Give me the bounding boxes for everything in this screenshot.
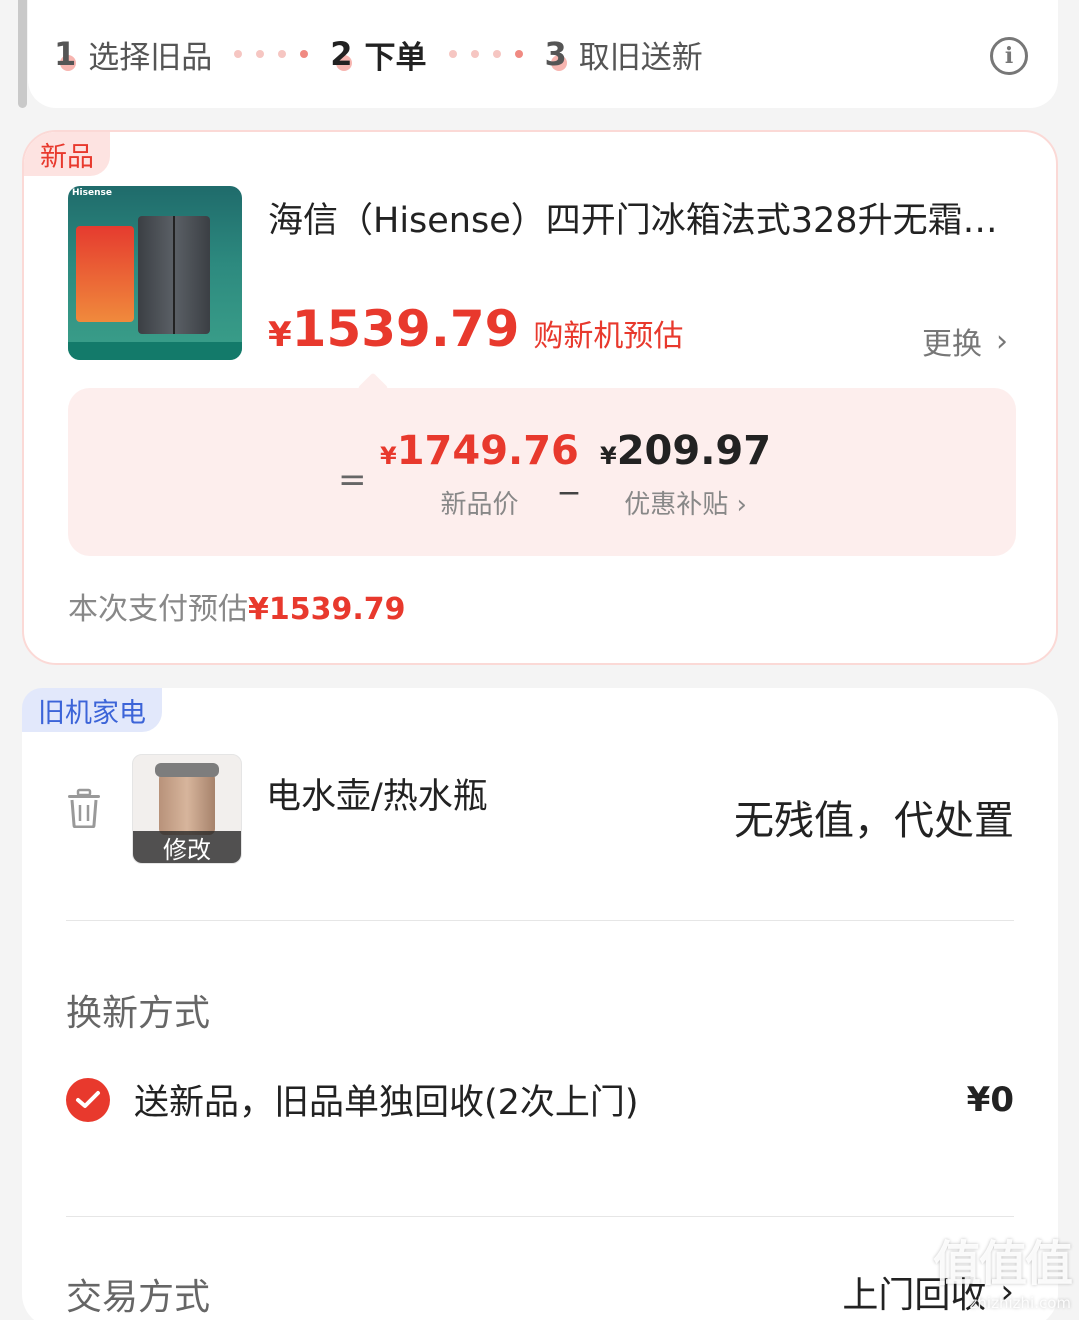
- chevron-right-icon: ›: [996, 323, 1008, 359]
- estimated-price: ¥ 1539.79 购新机预估: [268, 300, 684, 358]
- step-label: 取旧送新: [578, 39, 703, 76]
- price-label: 购新机预估: [533, 319, 684, 354]
- new-price-value: 1749.76: [396, 428, 579, 474]
- checkmark-icon[interactable]: [66, 1077, 110, 1122]
- step-dots: [448, 50, 523, 58]
- info-icon[interactable]: i: [990, 37, 1028, 75]
- price-breakdown: = ¥1749.76 新品价 _ ¥209.97 优惠补贴 ›: [68, 388, 1016, 556]
- old-appliance-image[interactable]: 修改: [132, 754, 242, 864]
- new-price-label: 新品价: [440, 490, 519, 520]
- old-appliance-tag: 旧机家电: [22, 688, 162, 732]
- product-image[interactable]: Hisense: [68, 186, 242, 360]
- price-value: 1539.79: [291, 300, 520, 358]
- exchange-option-price: ¥0: [966, 1079, 1014, 1120]
- progress-steps: 1 选择旧品 2 下单 3 取旧送新 i: [28, 0, 1058, 108]
- old-appliance-card: 旧机家电 修改 电水壶/热水瓶 无残值，代处置 换新方式 送新品，旧品单独回收(…: [22, 688, 1058, 1320]
- scroll-indicator[interactable]: [18, 0, 27, 108]
- payment-estimate-amount: ¥1539.79: [248, 592, 406, 627]
- step-number: 2: [330, 35, 353, 73]
- change-product-button[interactable]: 更换 ›: [922, 319, 1008, 363]
- trade-method-label: 交易方式: [66, 1277, 211, 1318]
- step-pickup-delivery: 3 取旧送新: [545, 32, 703, 77]
- new-price-column: ¥1749.76 新品价: [380, 428, 579, 520]
- old-appliance-name: 电水壶/热水瓶: [266, 777, 488, 817]
- divider: [66, 1216, 1014, 1217]
- edit-button[interactable]: 修改: [133, 831, 241, 863]
- fridge-graphic: [138, 216, 210, 334]
- trash-icon[interactable]: [66, 788, 102, 828]
- equals-sign: =: [338, 460, 367, 500]
- exchange-option[interactable]: 送新品，旧品单独回收(2次上门) ¥0: [66, 1074, 1014, 1125]
- kettle-graphic: [159, 769, 215, 835]
- product-title[interactable]: 海信（Hisense）四开门冰箱法式328升无霜一级能效: [268, 192, 1028, 243]
- subsidy-value: 209.97: [616, 428, 772, 474]
- new-product-tag: 新品: [24, 132, 110, 176]
- step-select-old: 1 选择旧品: [54, 32, 212, 77]
- step-order: 2 下单: [330, 32, 426, 77]
- subsidy-column[interactable]: ¥209.97 优惠补贴 ›: [600, 428, 771, 521]
- step-label: 选择旧品: [88, 39, 213, 76]
- promo-banner-graphic: [76, 226, 134, 322]
- minus-sign: _: [560, 454, 578, 495]
- subsidy-link[interactable]: 优惠补贴 ›: [600, 484, 771, 521]
- step-number: 3: [544, 35, 567, 73]
- new-product-card: 新品 Hisense 海信（Hisense）四开门冰箱法式328升无霜一级能效 …: [22, 130, 1058, 665]
- exchange-option-label: 送新品，旧品单独回收(2次上门): [134, 1083, 639, 1123]
- step-number: 1: [54, 35, 77, 73]
- step-label: 下单: [364, 39, 427, 76]
- step-dots: [234, 50, 309, 58]
- divider: [66, 920, 1014, 921]
- watermark: 值值值 zhizhizhi.com: [932, 1236, 1073, 1312]
- payment-estimate: 本次支付预估¥1539.79: [68, 592, 406, 627]
- brand-logo: Hisense: [72, 188, 112, 198]
- old-appliance-value: 无残值，代处置: [734, 798, 1014, 844]
- exchange-method-label: 换新方式: [66, 993, 211, 1034]
